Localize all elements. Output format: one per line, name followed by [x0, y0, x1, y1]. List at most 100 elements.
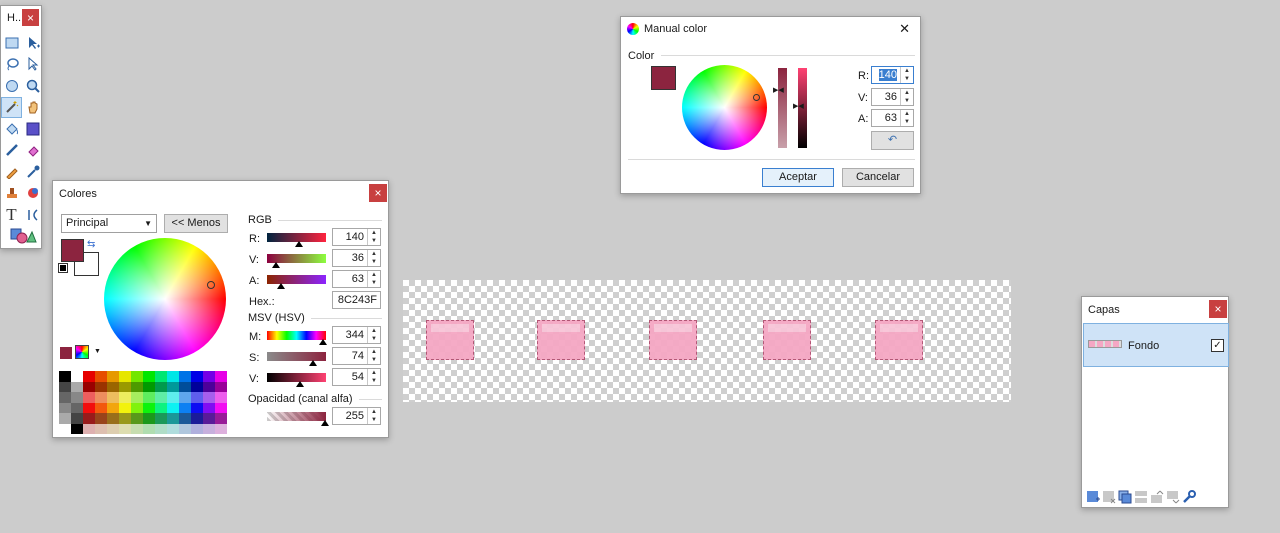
- color-palette-grid[interactable]: [59, 371, 227, 435]
- palette-swatch[interactable]: [119, 402, 131, 413]
- palette-swatch[interactable]: [155, 381, 167, 392]
- palette-swatch[interactable]: [143, 392, 155, 403]
- layer-visibility-checkbox[interactable]: ✓: [1211, 339, 1224, 352]
- magic-wand-icon[interactable]: [1, 96, 22, 118]
- palette-swatch[interactable]: [179, 371, 191, 382]
- value-vertical-thumb[interactable]: ▶◀: [793, 102, 804, 110]
- color-picker-icon[interactable]: [22, 161, 43, 183]
- gradient-icon[interactable]: [22, 118, 43, 140]
- palette-swatch[interactable]: [131, 413, 143, 424]
- blue-spinbox[interactable]: 63 ▲ ▼: [332, 270, 381, 288]
- palette-swatch[interactable]: [191, 413, 203, 424]
- palette-swatch[interactable]: [71, 413, 83, 424]
- palette-swatch[interactable]: [107, 392, 119, 403]
- palette-swatch[interactable]: [191, 381, 203, 392]
- palette-swatch[interactable]: [131, 371, 143, 382]
- palette-swatch[interactable]: [215, 402, 227, 413]
- palette-swatch[interactable]: [83, 371, 95, 382]
- color-wheel-knob[interactable]: [207, 281, 215, 289]
- saturation-spinbox[interactable]: 74 ▲ ▼: [332, 347, 381, 365]
- palette-swatch[interactable]: [71, 402, 83, 413]
- palette-swatch[interactable]: [119, 381, 131, 392]
- palette-swatch[interactable]: [167, 392, 179, 403]
- eraser-icon[interactable]: [22, 140, 43, 162]
- palette-swatch[interactable]: [203, 423, 215, 434]
- tools-titlebar[interactable]: H... ×: [1, 6, 41, 30]
- manual-color-wheel[interactable]: [682, 65, 767, 150]
- palette-swatch[interactable]: [95, 413, 107, 424]
- palette-swatch[interactable]: [119, 392, 131, 403]
- accept-button[interactable]: Aceptar: [762, 168, 834, 187]
- palette-swatch[interactable]: [119, 413, 131, 424]
- palette-swatch[interactable]: [203, 402, 215, 413]
- move-layer-down-icon[interactable]: [1166, 490, 1180, 507]
- pan-icon[interactable]: [22, 97, 43, 119]
- palette-swatch[interactable]: [83, 413, 95, 424]
- palette-swatch[interactable]: [95, 423, 107, 434]
- pencil-icon[interactable]: [1, 161, 22, 183]
- line-curve-icon[interactable]: [22, 204, 43, 226]
- layer-properties-icon[interactable]: [1182, 490, 1196, 507]
- value-slider-thumb[interactable]: [296, 381, 304, 387]
- palette-swatch[interactable]: [179, 381, 191, 392]
- duplicate-layer-icon[interactable]: [1118, 490, 1132, 507]
- palette-swatch[interactable]: [143, 371, 155, 382]
- palette-swatch[interactable]: [83, 381, 95, 392]
- palette-swatch[interactable]: [143, 413, 155, 424]
- palette-swatch[interactable]: [107, 423, 119, 434]
- palette-swatch[interactable]: [191, 423, 203, 434]
- palette-swatch[interactable]: [131, 392, 143, 403]
- palette-swatch[interactable]: [155, 423, 167, 434]
- recolor-icon[interactable]: [22, 183, 43, 205]
- palette-swatch[interactable]: [167, 381, 179, 392]
- manual-red-spinbox[interactable]: 140 ▲ ▼: [871, 66, 914, 84]
- palette-swatch[interactable]: [191, 392, 203, 403]
- palette-swatch[interactable]: [179, 402, 191, 413]
- hue-slider[interactable]: [267, 331, 326, 340]
- palette-swatch[interactable]: [167, 423, 179, 434]
- red-spinbox[interactable]: 140 ▲ ▼: [332, 228, 381, 246]
- palette-swatch[interactable]: [95, 371, 107, 382]
- palette-menu-dropdown-icon[interactable]: ▼: [94, 348, 101, 355]
- lasso-select-icon[interactable]: [1, 54, 22, 76]
- colors-titlebar[interactable]: Colores ×: [53, 181, 388, 207]
- swap-colors-icon[interactable]: ⇆: [87, 239, 95, 250]
- palette-swatch[interactable]: [71, 381, 83, 392]
- manual-color-wheel-knob[interactable]: [753, 94, 760, 101]
- palette-swatch[interactable]: [83, 402, 95, 413]
- palette-swatch[interactable]: [179, 392, 191, 403]
- palette-swatch[interactable]: [95, 402, 107, 413]
- palette-menu-icon[interactable]: [75, 345, 89, 359]
- layers-titlebar[interactable]: Capas ×: [1082, 297, 1228, 323]
- image-canvas[interactable]: [403, 280, 1011, 402]
- opacity-spinbox[interactable]: 255 ▲ ▼: [332, 407, 381, 425]
- green-spinbox[interactable]: 36 ▲ ▼: [332, 249, 381, 267]
- paintbrush-icon[interactable]: [1, 140, 22, 162]
- palette-swatch[interactable]: [203, 413, 215, 424]
- palette-swatch[interactable]: [83, 392, 95, 403]
- palette-swatch[interactable]: [107, 381, 119, 392]
- palette-swatch[interactable]: [167, 371, 179, 382]
- palette-swatch[interactable]: [107, 413, 119, 424]
- palette-swatch[interactable]: [215, 423, 227, 434]
- palette-swatch[interactable]: [107, 371, 119, 382]
- palette-swatch[interactable]: [59, 392, 71, 403]
- zoom-icon[interactable]: [22, 75, 43, 97]
- shapes-icon[interactable]: [1, 226, 43, 248]
- palette-swatch[interactable]: [107, 402, 119, 413]
- palette-swatch[interactable]: [143, 402, 155, 413]
- palette-swatch[interactable]: [167, 402, 179, 413]
- palette-swatch[interactable]: [179, 413, 191, 424]
- less-button[interactable]: << Menos: [164, 214, 228, 233]
- palette-swatch[interactable]: [71, 371, 83, 382]
- palette-swatch[interactable]: [143, 423, 155, 434]
- move-selected-icon[interactable]: [22, 32, 43, 54]
- layers-close-button[interactable]: ×: [1209, 300, 1227, 318]
- palette-swatch[interactable]: [155, 413, 167, 424]
- red-slider-thumb[interactable]: [295, 241, 303, 247]
- add-layer-icon[interactable]: [1086, 490, 1100, 507]
- move-layer-up-icon[interactable]: [1150, 490, 1164, 507]
- value-spinbox[interactable]: 54 ▲ ▼: [332, 368, 381, 386]
- clone-stamp-icon[interactable]: [1, 183, 22, 205]
- paint-bucket-icon[interactable]: [1, 118, 22, 140]
